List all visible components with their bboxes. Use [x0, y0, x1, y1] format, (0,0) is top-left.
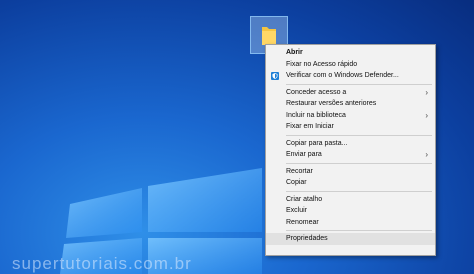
menu-item-send-to[interactable]: Enviar para ›	[266, 149, 435, 161]
watermark-text: supertutoriais.com.br	[12, 254, 192, 273]
menu-separator	[286, 83, 432, 85]
context-menu: Abrir Fixar no Acesso rápido Verificar c…	[265, 44, 436, 256]
chevron-right-icon: ›	[425, 110, 428, 120]
menu-item-label: Recortar	[286, 167, 313, 175]
menu-separator	[286, 134, 432, 136]
menu-item-label: Abrir	[286, 49, 303, 56]
menu-separator	[286, 190, 432, 192]
menu-item-properties[interactable]: Propriedades	[266, 233, 435, 245]
menu-item-delete[interactable]: Excluir	[266, 205, 435, 217]
chevron-right-icon: ›	[425, 87, 428, 97]
menu-item-rename[interactable]: Renomear	[266, 217, 435, 229]
menu-separator	[286, 230, 432, 231]
menu-item-pin-start[interactable]: Fixar em Iniciar	[266, 121, 435, 133]
chevron-right-icon: ›	[425, 150, 428, 159]
menu-item-restore-versions[interactable]: Restaurar versões anteriores	[266, 98, 435, 110]
desktop[interactable]: supertutoriais.com.br Abrir Fixar no Ace…	[0, 0, 474, 274]
menu-item-give-access[interactable]: Conceder acesso a ›	[266, 87, 435, 99]
menu-item-label: Fixar no Acesso rápido	[286, 60, 358, 68]
menu-separator	[286, 162, 432, 164]
menu-item-open[interactable]: Abrir	[266, 47, 435, 59]
menu-item-label: Enviar para	[286, 151, 322, 158]
menu-item-include-library[interactable]: Incluir na biblioteca ›	[266, 110, 435, 122]
menu-item-label: Conceder acesso a	[286, 88, 347, 96]
menu-item-scan-defender[interactable]: Verificar com o Windows Defender...	[266, 70, 435, 82]
menu-item-label: Copiar	[286, 179, 307, 186]
menu-item-cut[interactable]: Recortar	[266, 166, 435, 178]
menu-item-pin-quick-access[interactable]: Fixar no Acesso rápido	[266, 59, 435, 71]
menu-item-label: Copiar para pasta...	[286, 139, 348, 147]
windows-defender-icon	[271, 72, 279, 80]
menu-item-label: Propriedades	[286, 235, 328, 242]
menu-item-copy[interactable]: Copiar	[266, 177, 435, 189]
menu-item-copy-to-folder[interactable]: Copiar para pasta...	[266, 138, 435, 150]
menu-item-label: Excluir	[286, 207, 308, 214]
menu-item-label: Verificar com o Windows Defender...	[286, 72, 399, 79]
menu-item-label: Criar atalho	[286, 195, 323, 203]
menu-item-label: Restaurar versões anteriores	[286, 100, 377, 107]
menu-item-create-shortcut[interactable]: Criar atalho	[266, 194, 435, 206]
menu-item-label: Renomear	[286, 218, 319, 226]
menu-item-label: Incluir na biblioteca	[286, 111, 346, 119]
menu-item-label: Fixar em Iniciar	[286, 123, 334, 130]
